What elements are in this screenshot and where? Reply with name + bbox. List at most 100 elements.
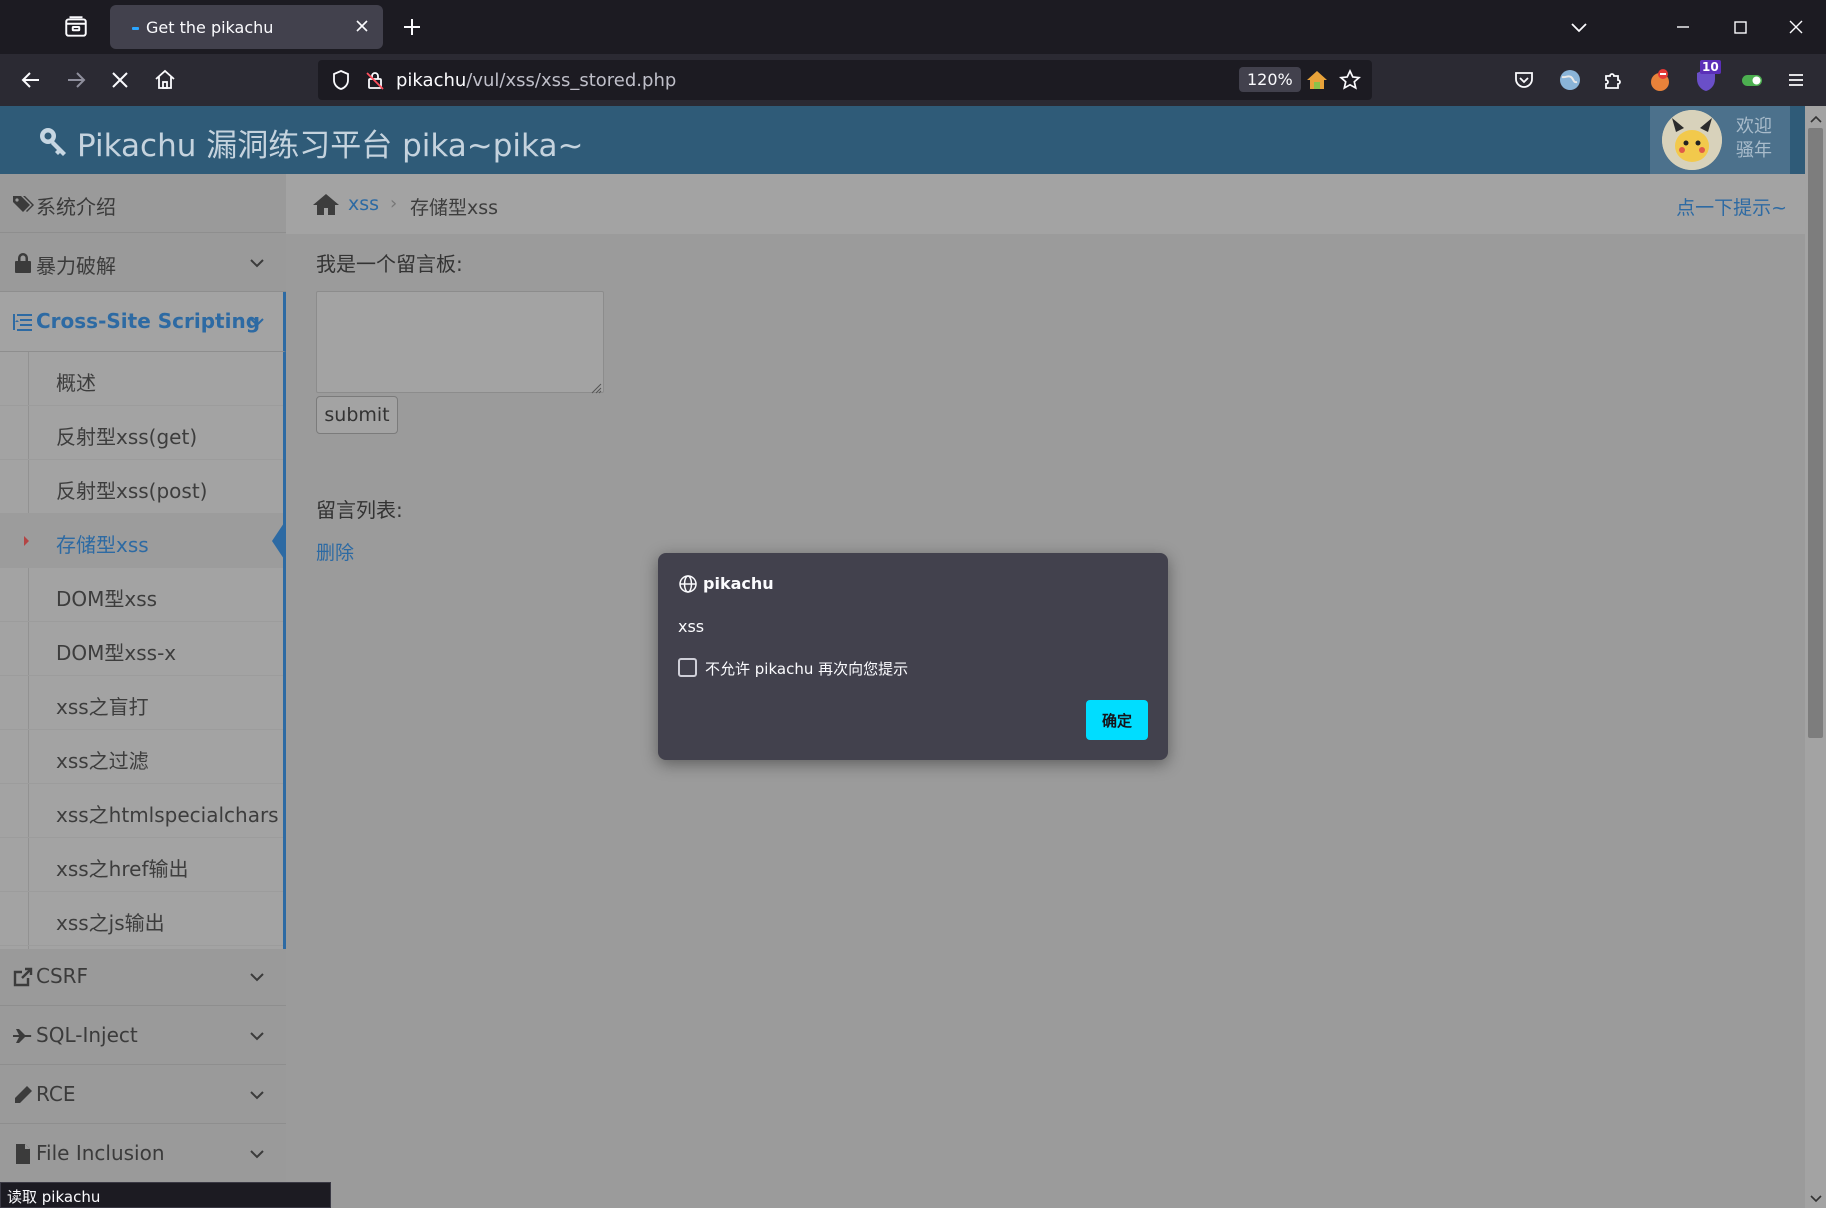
- submenu-item-href-output[interactable]: xss之href输出: [0, 838, 283, 892]
- submenu-item-dom-xss-x[interactable]: DOM型xss-x: [0, 622, 283, 676]
- tags-icon: [12, 193, 34, 215]
- submenu-label: xss之过滤: [56, 749, 149, 773]
- scroll-up-arrow-icon[interactable]: [1809, 110, 1823, 123]
- ok-button[interactable]: 确定: [1086, 700, 1148, 740]
- breadcrumb-separator: ›: [390, 193, 398, 214]
- chevron-down-icon: [248, 969, 266, 985]
- home-icon[interactable]: [152, 67, 178, 93]
- chevron-down-icon: [248, 1146, 266, 1162]
- breadcrumb-link-xss[interactable]: xss: [348, 193, 379, 215]
- resize-grip-icon[interactable]: [590, 379, 602, 394]
- navigation-toolbar: pikachu/vul/xss/xss_stored.php 120% 10: [0, 54, 1826, 106]
- maximize-window-icon[interactable]: [1727, 14, 1753, 40]
- submenu-label: xss之盲打: [56, 695, 149, 719]
- chevron-down-icon: [248, 1087, 266, 1103]
- submenu-label: DOM型xss: [56, 587, 158, 611]
- delete-message-link[interactable]: 删除: [316, 538, 354, 565]
- submenu-label: xss之href输出: [56, 857, 189, 881]
- message-list-label: 留言列表:: [316, 498, 403, 522]
- stop-loading-icon[interactable]: [107, 67, 133, 93]
- scroll-down-arrow-icon[interactable]: [1809, 1190, 1823, 1203]
- page-scrollbar[interactable]: [1805, 106, 1826, 1208]
- hint-link[interactable]: 点一下提示~: [1676, 193, 1787, 220]
- message-board-label: 我是一个留言板:: [316, 252, 463, 276]
- browser-tab-active[interactable]: Get the pikachu: [110, 5, 383, 49]
- submenu-item-stored-xss[interactable]: 存储型xss: [0, 514, 286, 568]
- pencil-icon: [12, 1084, 34, 1106]
- sidebar: 系统介绍 暴力破解 Cross-Site Scripting 概述 反射型xss…: [0, 174, 286, 1208]
- globe-extension-icon[interactable]: [1556, 66, 1584, 94]
- user-welcome-box[interactable]: 欢迎骚年: [1650, 106, 1790, 174]
- dont-allow-prompts-checkbox[interactable]: [678, 658, 697, 677]
- dialog-origin: pikachu: [703, 574, 774, 593]
- submit-button[interactable]: submit: [316, 396, 398, 434]
- submenu-item-reflected-get[interactable]: 反射型xss(get): [0, 406, 283, 460]
- lock-icon: [12, 252, 34, 274]
- sidebar-item-label: RCE: [36, 1082, 76, 1106]
- firefox-view-icon[interactable]: [62, 14, 90, 40]
- chevron-down-icon: [248, 314, 266, 330]
- submenu-item-blind-xss[interactable]: xss之盲打: [0, 676, 283, 730]
- insecure-lock-icon[interactable]: [364, 69, 386, 91]
- sidebar-item-brute-force[interactable]: 暴力破解: [0, 233, 286, 292]
- breadcrumb-current: 存储型xss: [410, 197, 499, 219]
- address-bar[interactable]: pikachu/vul/xss/xss_stored.php 120%: [318, 60, 1372, 100]
- site-title[interactable]: Pikachu 漏洞练习平台 pika~pika~: [77, 120, 583, 165]
- submenu-item-dom-xss[interactable]: DOM型xss: [0, 568, 283, 622]
- submenu-item-reflected-post[interactable]: 反射型xss(post): [0, 460, 283, 514]
- avatar: [1662, 110, 1722, 170]
- tab-close-icon[interactable]: [353, 17, 371, 35]
- welcome-text: 欢迎骚年: [1736, 116, 1772, 161]
- toggle-extension-icon[interactable]: [1738, 66, 1766, 94]
- new-tab-icon[interactable]: [400, 15, 424, 39]
- home-extension-icon[interactable]: [1305, 69, 1329, 91]
- sidebar-item-file-inclusion[interactable]: File Inclusion: [0, 1124, 286, 1183]
- sidebar-item-sql-inject[interactable]: SQL-Inject: [0, 1006, 286, 1065]
- ublock-extension-icon[interactable]: [1646, 66, 1674, 94]
- sidebar-item-label: 暴力破解: [36, 254, 116, 278]
- bookmark-star-icon[interactable]: [1338, 68, 1362, 91]
- submenu-item-overview[interactable]: 概述: [0, 352, 283, 406]
- active-caret-icon: [24, 536, 29, 546]
- sidebar-item-csrf[interactable]: CSRF: [0, 947, 286, 1006]
- list-all-tabs-icon[interactable]: [1568, 17, 1590, 37]
- plane-icon: [12, 1025, 34, 1047]
- page-viewport: Pikachu 漏洞练习平台 pika~pika~ 欢迎骚年 系统介绍 暴力破解: [0, 106, 1826, 1208]
- submenu-item-xss-filter[interactable]: xss之过滤: [0, 730, 283, 784]
- forward-arrow-icon[interactable]: [63, 67, 89, 93]
- sidebar-item-label: CSRF: [36, 964, 89, 988]
- zoom-level-badge[interactable]: 120%: [1239, 67, 1301, 92]
- list-indent-icon: [12, 311, 34, 333]
- pocket-icon[interactable]: [1510, 66, 1538, 94]
- submenu-item-htmlspecialchars[interactable]: xss之htmlspecialchars: [0, 784, 283, 838]
- tracking-protection-shield-icon[interactable]: [330, 69, 352, 91]
- chevron-down-icon: [248, 1028, 266, 1044]
- xss-submenu: 概述 反射型xss(get) 反射型xss(post) 存储型xss DOM型x…: [0, 352, 286, 949]
- home-icon[interactable]: [312, 192, 340, 216]
- url-text[interactable]: pikachu/vul/xss/xss_stored.php: [396, 70, 676, 91]
- submenu-label: 反射型xss(get): [56, 425, 198, 449]
- sidebar-item-xss[interactable]: Cross-Site Scripting: [0, 292, 286, 352]
- active-notch: [272, 520, 286, 562]
- submenu-item-js-output[interactable]: xss之js输出: [0, 892, 283, 946]
- chevron-down-icon: [248, 255, 266, 271]
- close-window-icon[interactable]: [1783, 14, 1809, 40]
- scrollbar-thumb[interactable]: [1808, 128, 1823, 738]
- tab-bar: Get the pikachu: [0, 0, 1826, 54]
- minimize-window-icon[interactable]: [1670, 14, 1696, 40]
- file-icon: [12, 1143, 34, 1165]
- submenu-label: DOM型xss-x: [56, 641, 177, 665]
- back-arrow-icon[interactable]: [18, 67, 44, 93]
- dont-allow-prompts-label[interactable]: 不允许 pikachu 再次向您提示: [705, 658, 908, 679]
- message-textarea[interactable]: [316, 291, 604, 393]
- sidebar-item-rce[interactable]: RCE: [0, 1065, 286, 1124]
- app-menu-hamburger-icon[interactable]: [1782, 66, 1810, 94]
- submenu-label: xss之htmlspecialchars: [56, 803, 279, 827]
- sidebar-item-intro[interactable]: 系统介绍: [0, 174, 286, 233]
- shield-extension-icon[interactable]: 10: [1692, 60, 1721, 94]
- site-header: Pikachu 漏洞练习平台 pika~pika~ 欢迎骚年: [0, 106, 1805, 174]
- status-bar: 读取 pikachu: [0, 1182, 331, 1208]
- tab-title: Get the pikachu: [146, 18, 274, 37]
- status-text: 读取 pikachu: [7, 1188, 101, 1206]
- extensions-puzzle-icon[interactable]: [1600, 66, 1628, 94]
